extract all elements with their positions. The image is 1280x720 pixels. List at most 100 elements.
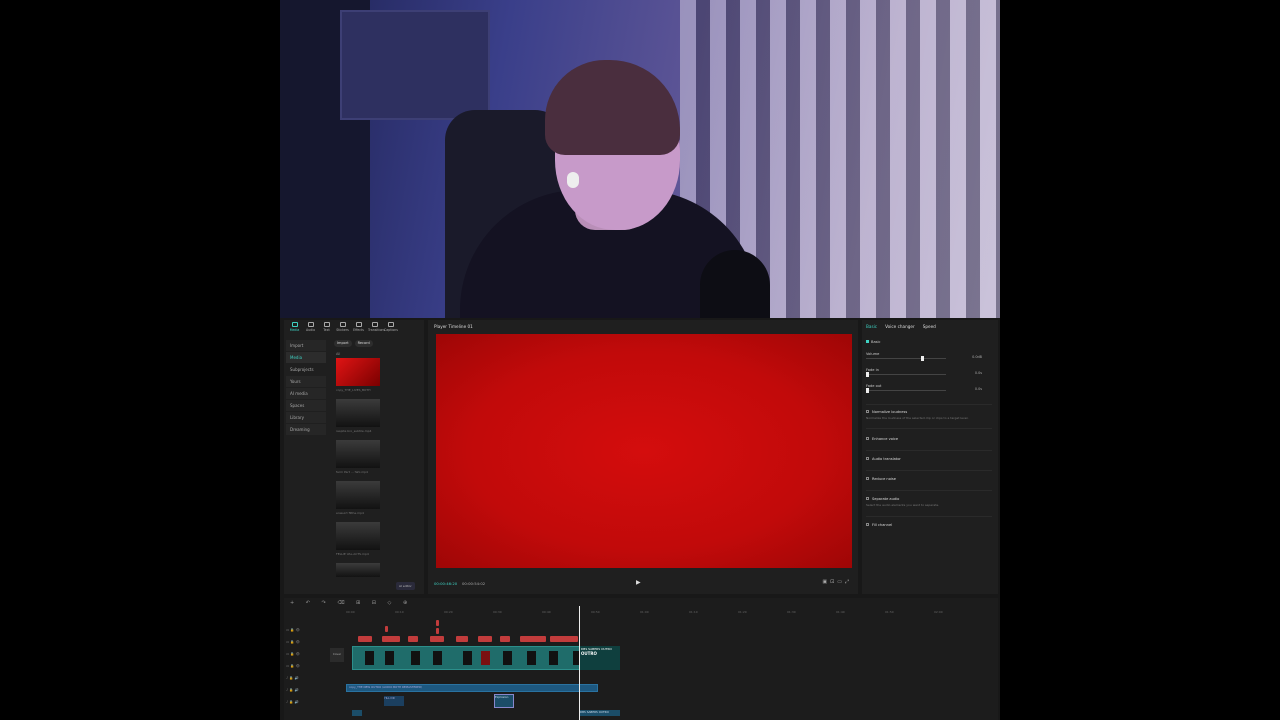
fill-channel-toggle[interactable]: Fill channel — [866, 523, 992, 527]
effect-clip[interactable] — [456, 636, 468, 642]
effect-clip[interactable] — [500, 636, 510, 642]
fade-out-value[interactable]: 0.0s — [975, 387, 982, 391]
outro-audio-clip[interactable]: DBS SABERS OUTRO — [580, 710, 620, 716]
preview-canvas[interactable] — [436, 334, 852, 568]
sub-clip[interactable]: YILL DR — [384, 696, 404, 706]
tab-audio[interactable]: Audio — [304, 322, 317, 332]
media-thumbnail[interactable] — [336, 563, 380, 577]
tab-basic[interactable]: Basic — [866, 324, 877, 329]
normalize-loudness-toggle[interactable]: Normalize loudness Normalize the loudness… — [866, 410, 992, 420]
effect-clip[interactable] — [358, 636, 372, 642]
volume-value[interactable]: 0.0dB — [972, 355, 982, 359]
sidebar-item-library[interactable]: Library — [286, 412, 326, 423]
track-header[interactable]: ▭ 🔒 👁 — [286, 664, 326, 676]
video-frame-thumb — [527, 651, 536, 665]
fade-in-value[interactable]: 0.0s — [975, 371, 982, 375]
tab-transitions[interactable]: Transitions — [368, 322, 385, 332]
reduce-noise-toggle[interactable]: Reduce noise — [866, 477, 992, 481]
media-thumbnail[interactable]: farm Part ... fahl.mp4 — [336, 440, 380, 474]
effect-clip[interactable] — [520, 636, 546, 642]
effect-clip[interactable] — [436, 620, 439, 626]
sidebar-item-subprojects[interactable]: Subprojects — [286, 364, 326, 375]
tab-effects[interactable]: Effects — [352, 322, 365, 332]
current-timecode: 00:00:46:20 — [434, 581, 458, 586]
effect-clip[interactable] — [430, 636, 444, 642]
playhead[interactable] — [579, 606, 580, 720]
record-button[interactable]: Record — [354, 340, 373, 347]
media-panel: Media Audio Text Stickers Effects Transi… — [284, 320, 424, 594]
effect-clip[interactable] — [478, 636, 492, 642]
person-hair — [545, 60, 680, 155]
sidebar-item-ai-media[interactable]: AI media — [286, 388, 326, 399]
track-header[interactable]: ♪ 🔒 🔊 — [286, 688, 326, 700]
audio-translator-toggle[interactable]: Audio translator — [866, 457, 992, 461]
track-header[interactable]: ▭ 🔒 👁 — [286, 640, 326, 652]
sub-clip[interactable] — [352, 710, 362, 716]
track-header[interactable]: ▭ 🔒 👁 — [286, 652, 326, 664]
effect-clip[interactable] — [382, 636, 400, 642]
microphone — [700, 250, 770, 318]
checkbox-icon — [866, 457, 869, 460]
media-thumbnail[interactable]: respite bro_subtile.mp4 — [336, 399, 380, 433]
total-timecode: 00:00:54:02 — [462, 581, 486, 586]
basic-section-header[interactable]: Basic — [866, 340, 992, 344]
separate-audio-toggle[interactable]: Separate audio Select the audio elements … — [866, 497, 992, 507]
player-footer: 00:00:46:20 00:00:54:02 ▶ ▣⊡▭⤢ — [428, 574, 858, 592]
tab-captions[interactable]: Captions — [384, 322, 398, 332]
tab-media[interactable]: Media — [288, 322, 301, 332]
video-frame-thumb — [549, 651, 558, 665]
tab-text[interactable]: Text — [320, 322, 333, 332]
outro-clip[interactable]: DBS SABERS OUTRO OUTRO — [580, 646, 620, 670]
media-thumbnail[interactable]: erasuirt filthe.mp4 — [336, 481, 380, 515]
divider — [866, 404, 992, 405]
explosion-clip[interactable]: Explosion — [494, 694, 514, 708]
tab-voice-changer[interactable]: Voice changer — [885, 324, 915, 329]
sidebar-item-spaces[interactable]: Spaces — [286, 400, 326, 411]
ai-editor-button[interactable]: AI editor — [396, 582, 415, 590]
tab-speed[interactable]: Speed — [923, 324, 936, 329]
timeline-toolbar[interactable]: + ↶ ↷ ⌫ ⊞ ⊟ ◇ ⊕ — [290, 600, 412, 606]
track-header[interactable]: ▭ 🔒 👁 — [286, 628, 326, 640]
fade-out-slider[interactable] — [866, 388, 946, 393]
sidebar-item-yours[interactable]: Yours — [286, 376, 326, 387]
video-frame-thumb — [463, 651, 472, 665]
player-controls[interactable]: ▣⊡▭⤢ — [822, 579, 852, 585]
fade-in-control: Fade in 0.0s — [866, 368, 982, 377]
ruler-tick-label: 01:20 — [738, 610, 747, 614]
track-header[interactable]: ♪ 🔒 🔊 — [286, 700, 326, 712]
ruler-tick-label: 01:50 — [885, 610, 894, 614]
slider-knob[interactable] — [921, 356, 925, 361]
volume-slider[interactable] — [866, 356, 946, 361]
checkbox-icon — [866, 437, 869, 440]
play-icon[interactable]: ▶ — [636, 579, 641, 586]
player-panel: Player Timeline 01 00:00:46:20 00:00:54:… — [428, 320, 858, 594]
tab-stickers[interactable]: Stickers — [336, 322, 349, 332]
ruler-tick-label: 00:00 — [346, 610, 355, 614]
effect-clip[interactable] — [436, 628, 439, 634]
effect-clip[interactable] — [550, 636, 578, 642]
earbud — [567, 172, 579, 188]
slider-knob[interactable] — [866, 372, 869, 377]
audio-clip[interactable]: copy_THE NEW OUTRO (AUDIO BOTH REMASTERE… — [346, 684, 598, 692]
fade-in-slider[interactable] — [866, 372, 946, 377]
video-frame-thumb — [365, 651, 374, 665]
checkbox-icon — [866, 497, 869, 500]
player-title: Player Timeline 01 — [434, 324, 473, 329]
text-icon — [323, 322, 330, 327]
video-frame: Media Audio Text Stickers Effects Transi… — [280, 0, 1000, 720]
effect-clip[interactable] — [408, 636, 418, 642]
media-thumbnail[interactable]: copy_THE_LIVES_BOTH — [336, 358, 380, 392]
sidebar-item-dreaming[interactable]: Dreaming — [286, 424, 326, 435]
effect-clip[interactable] — [385, 626, 388, 632]
sidebar-item-import[interactable]: Import — [286, 340, 326, 351]
track-header[interactable]: ♪ 🔒 🔊 — [286, 676, 326, 688]
sidebar-item-media[interactable]: Media — [286, 352, 326, 363]
timeline-ruler[interactable]: 00:00 00:10 00:20 00:30 00:40 00:50 01:00 01:10… — [346, 610, 986, 616]
timeline-panel: + ↶ ↷ ⌫ ⊞ ⊟ ◇ ⊕ 00:00 00:10 00:20 00:30 00:4… — [284, 598, 998, 720]
enhance-voice-toggle[interactable]: Enhance voice — [866, 437, 992, 441]
import-button[interactable]: Import — [334, 340, 352, 347]
slider-knob[interactable] — [866, 388, 869, 393]
cover-button[interactable]: Cover — [330, 648, 344, 662]
checkbox-icon — [866, 477, 869, 480]
media-thumbnail[interactable]: FELLIE VAL.ACTS.mp4 — [336, 522, 380, 556]
